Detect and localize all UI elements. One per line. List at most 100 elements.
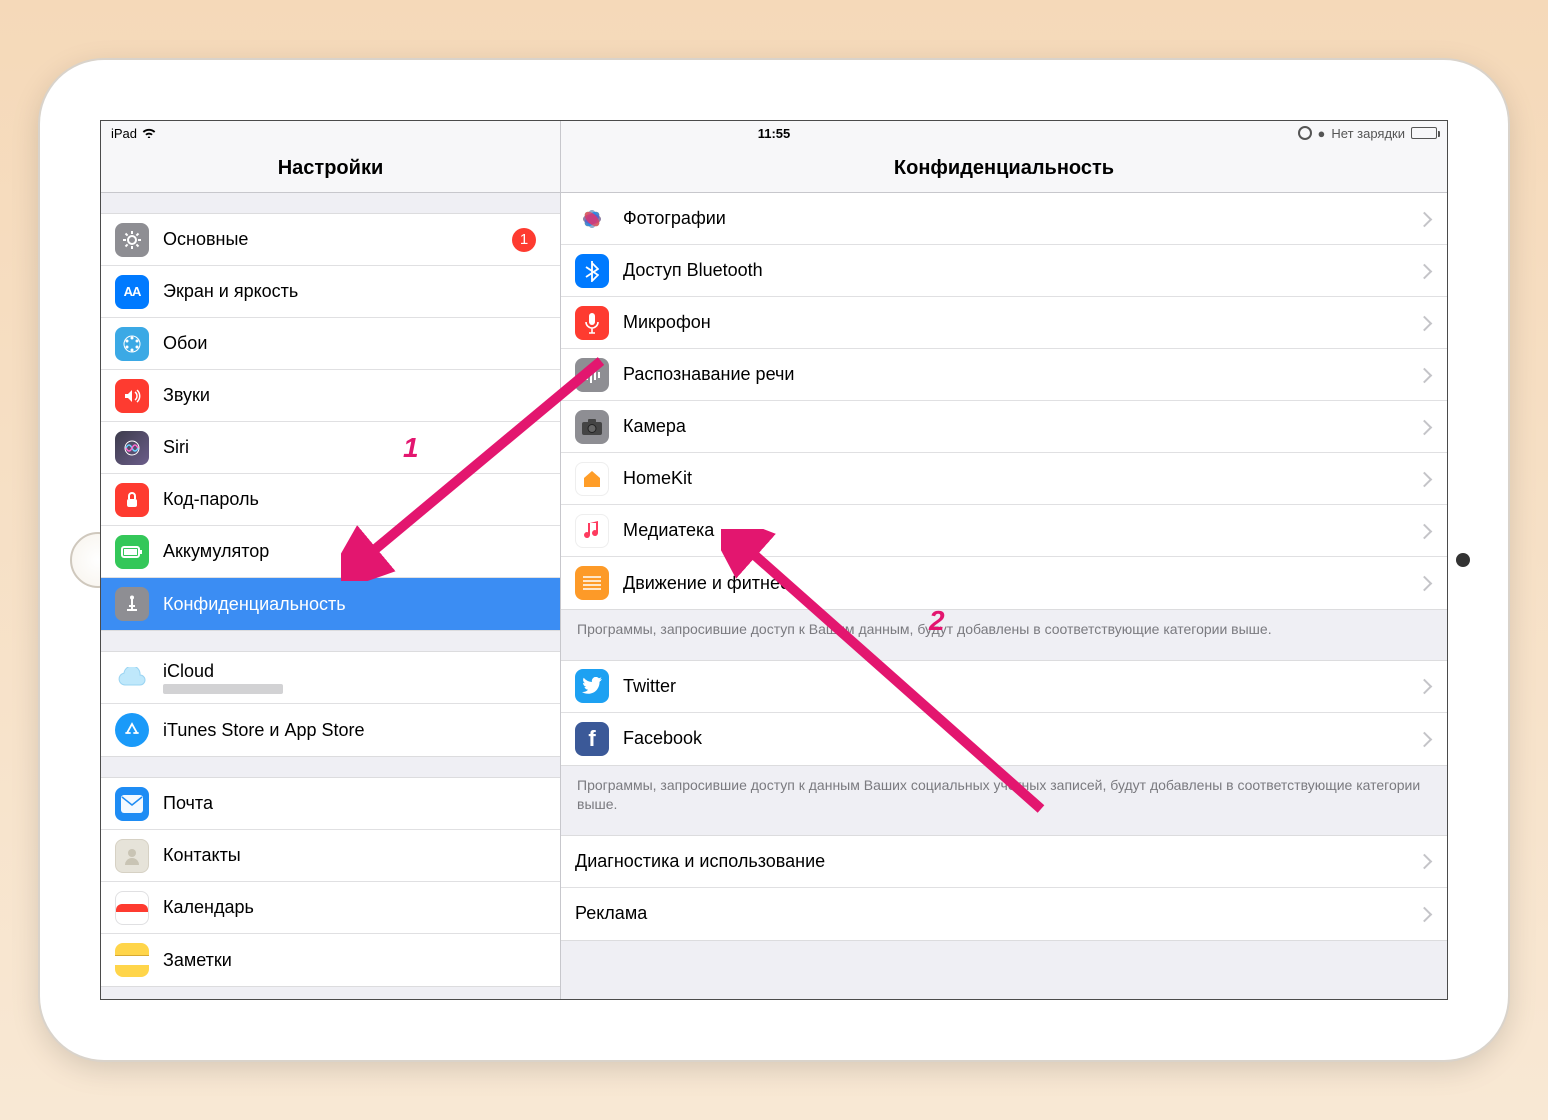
clock: 11:55 bbox=[758, 126, 791, 141]
sidebar-item-mail[interactable]: Почта bbox=[101, 778, 560, 830]
group-footer: Программы, запросившие доступ к данным В… bbox=[561, 766, 1447, 815]
row-label: Календарь bbox=[163, 897, 546, 918]
ipad-frame: iPad 11:55 ● Нет зарядки Настройки Основ… bbox=[40, 60, 1508, 1060]
detail-item-speech[interactable]: Распознавание речи bbox=[561, 349, 1447, 401]
facebook-icon: f bbox=[575, 722, 609, 756]
sidebar-item-icloud[interactable]: iCloud bbox=[101, 652, 560, 704]
siri-icon bbox=[115, 431, 149, 465]
privacy-icon bbox=[115, 587, 149, 621]
detail-group: Twitter f Facebook bbox=[561, 660, 1447, 766]
screen: iPad 11:55 ● Нет зарядки Настройки Основ… bbox=[100, 120, 1448, 1000]
media-icon bbox=[575, 514, 609, 548]
row-label: Код-пароль bbox=[163, 489, 546, 510]
row-label: Почта bbox=[163, 793, 546, 814]
row-label: Реклама bbox=[575, 903, 1421, 924]
mail-icon bbox=[115, 787, 149, 821]
row-label: Siri bbox=[163, 437, 546, 458]
chevron-right-icon bbox=[1421, 855, 1433, 867]
row-label: Аккумулятор bbox=[163, 541, 546, 562]
detail-item-twitter[interactable]: Twitter bbox=[561, 661, 1447, 713]
chevron-right-icon bbox=[1421, 213, 1433, 225]
detail-pane: Конфиденциальность ФотографииДоступ Blue… bbox=[561, 121, 1447, 999]
charging-label: Нет зарядки bbox=[1331, 126, 1405, 141]
row-label: Twitter bbox=[623, 676, 1421, 697]
icloud-icon bbox=[115, 661, 149, 695]
detail-item-bluetooth[interactable]: Доступ Bluetooth bbox=[561, 245, 1447, 297]
row-label: HomeKit bbox=[623, 468, 1421, 489]
sidebar-item-appstore[interactable]: iTunes Store и App Store bbox=[101, 704, 560, 756]
status-bar: iPad 11:55 ● Нет зарядки bbox=[101, 121, 1447, 145]
sidebar-item-calendar[interactable]: Календарь bbox=[101, 882, 560, 934]
chevron-right-icon bbox=[1421, 369, 1433, 381]
appstore-icon bbox=[115, 713, 149, 747]
detail-item-facebook[interactable]: f Facebook bbox=[561, 713, 1447, 765]
row-label: iCloud bbox=[163, 661, 546, 682]
general-icon bbox=[115, 223, 149, 257]
chevron-right-icon bbox=[1421, 265, 1433, 277]
photos-icon bbox=[575, 202, 609, 236]
wallpaper-icon bbox=[115, 327, 149, 361]
row-label: Микрофон bbox=[623, 312, 1421, 333]
row-label: Конфиденциальность bbox=[163, 594, 546, 615]
chevron-right-icon bbox=[1421, 473, 1433, 485]
chevron-right-icon bbox=[1421, 525, 1433, 537]
detail-item-motion[interactable]: Движение и фитнес bbox=[561, 557, 1447, 609]
chevron-right-icon bbox=[1421, 317, 1433, 329]
wifi-icon bbox=[141, 126, 157, 141]
chevron-right-icon bbox=[1421, 733, 1433, 745]
badge: 1 bbox=[512, 228, 536, 252]
display-icon: AA bbox=[115, 275, 149, 309]
detail-item-homekit[interactable]: HomeKit bbox=[561, 453, 1447, 505]
detail-item-camera[interactable]: Камера bbox=[561, 401, 1447, 453]
sounds-icon bbox=[115, 379, 149, 413]
row-label: Основные bbox=[163, 229, 512, 250]
motion-icon bbox=[575, 566, 609, 600]
settings-sidebar: Настройки Основные1AAЭкран и яркостьОбои… bbox=[101, 121, 561, 999]
calendar-icon bbox=[115, 891, 149, 925]
sidebar-item-sounds[interactable]: Звуки bbox=[101, 370, 560, 422]
detail-item-diag[interactable]: Диагностика и использование bbox=[561, 836, 1447, 888]
detail-group: Фотографии Доступ Bluetooth Микрофон Распоз… bbox=[561, 193, 1447, 610]
sidebar-item-passcode[interactable]: Код-пароль bbox=[101, 474, 560, 526]
passcode-icon bbox=[115, 483, 149, 517]
sidebar-item-battery[interactable]: Аккумулятор bbox=[101, 526, 560, 578]
sidebar-item-privacy[interactable]: Конфиденциальность bbox=[101, 578, 560, 630]
detail-item-media[interactable]: Медиатека bbox=[561, 505, 1447, 557]
row-label: Обои bbox=[163, 333, 546, 354]
detail-group: Диагностика и использование Реклама bbox=[561, 835, 1447, 941]
twitter-icon bbox=[575, 669, 609, 703]
sidebar-item-contacts[interactable]: Контакты bbox=[101, 830, 560, 882]
row-label: Facebook bbox=[623, 728, 1421, 749]
sidebar-group: iCloud iTunes Store и App Store bbox=[101, 651, 560, 757]
device-label: iPad bbox=[111, 126, 137, 141]
chevron-right-icon bbox=[1421, 680, 1433, 692]
speech-icon bbox=[575, 358, 609, 392]
row-label: Доступ Bluetooth bbox=[623, 260, 1421, 281]
sidebar-item-siri[interactable]: Siri bbox=[101, 422, 560, 474]
sidebar-group: Основные1 AA Экран и яркость Обои Звуки Siri К… bbox=[101, 213, 560, 631]
row-label: Заметки bbox=[163, 950, 546, 971]
chevron-right-icon bbox=[1421, 908, 1433, 920]
sidebar-item-notes[interactable]: Заметки bbox=[101, 934, 560, 986]
homekit-icon bbox=[575, 462, 609, 496]
row-label: Диагностика и использование bbox=[575, 851, 1421, 872]
sidebar-item-wallpaper[interactable]: Обои bbox=[101, 318, 560, 370]
row-label: Экран и яркость bbox=[163, 281, 546, 302]
row-label: Движение и фитнес bbox=[623, 573, 1421, 594]
group-footer: Программы, запросившие доступ к Вашим да… bbox=[561, 610, 1447, 640]
sidebar-item-general[interactable]: Основные1 bbox=[101, 214, 560, 266]
annotation-label-2: 2 bbox=[929, 605, 945, 637]
detail-item-photos[interactable]: Фотографии bbox=[561, 193, 1447, 245]
camera-icon bbox=[575, 410, 609, 444]
redacted-email bbox=[163, 684, 283, 694]
detail-item-mic[interactable]: Микрофон bbox=[561, 297, 1447, 349]
sidebar-item-display[interactable]: AA Экран и яркость bbox=[101, 266, 560, 318]
row-label: Звуки bbox=[163, 385, 546, 406]
detail-item-ads[interactable]: Реклама bbox=[561, 888, 1447, 940]
notes-icon bbox=[115, 943, 149, 977]
row-label: iTunes Store и App Store bbox=[163, 720, 546, 741]
row-label: Фотографии bbox=[623, 208, 1421, 229]
sidebar-group: Почта Контакты Календарь Заметки bbox=[101, 777, 560, 987]
battery-icon bbox=[115, 535, 149, 569]
row-label: Медиатека bbox=[623, 520, 1421, 541]
